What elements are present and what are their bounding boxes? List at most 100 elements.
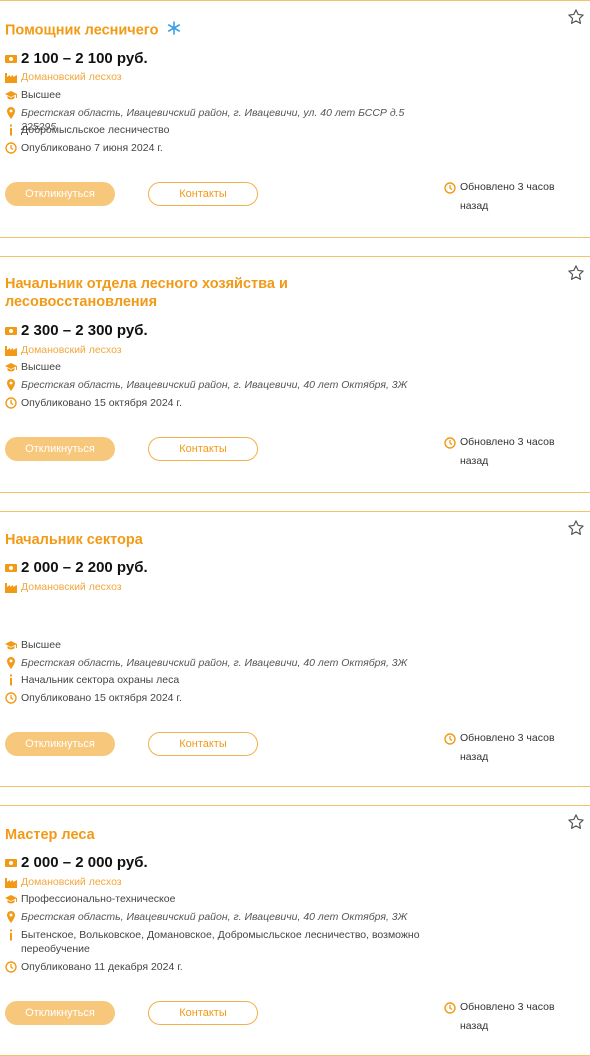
clock-icon (444, 733, 456, 745)
star-icon[interactable] (567, 813, 585, 831)
address: Брестская область, Ивацевичский район, г… (21, 911, 408, 923)
education: Профессионально-техническое (21, 893, 176, 905)
updated-text: Обновлено 3 часов назад (460, 732, 555, 763)
clock-icon (444, 1002, 456, 1014)
respond-button[interactable]: Откликнуться (5, 182, 115, 206)
published-date: Опубликовано 15 октября 2024 г. (21, 692, 182, 704)
vacancy-card: Начальник отдела лесного хозяйства и лес… (0, 256, 590, 493)
location-pin-icon (7, 379, 15, 391)
vacancy-title[interactable]: Начальник отдела лесного хозяйства и лес… (5, 275, 305, 311)
info-text: Добромысльское лесничество (21, 124, 170, 136)
contacts-button[interactable]: Контакты (148, 437, 258, 461)
company-row: Домановский лесхоз (5, 343, 122, 357)
factory-icon (5, 583, 17, 593)
money-icon (5, 564, 17, 572)
vacancy-card: Помощник лесничего 2 100 – 2 100 руб. До… (0, 0, 590, 238)
updated-text: Обновлено 3 часов назад (460, 1001, 555, 1032)
salary-row: 2 300 – 2 300 руб. (5, 322, 148, 340)
star-icon[interactable] (567, 264, 585, 282)
education-row: Высшее (5, 638, 61, 652)
published-date: Опубликовано 11 декабря 2024 г. (21, 961, 183, 973)
salary-row: 2 000 – 2 200 руб. (5, 559, 148, 577)
star-icon[interactable] (567, 519, 585, 537)
published-row: Опубликовано 7 июня 2024 г. (5, 141, 163, 155)
info-row: Начальник сектора охраны леса (5, 673, 179, 687)
published-date: Опубликовано 7 июня 2024 г. (21, 142, 163, 154)
education: Высшее (21, 89, 61, 101)
updated-info: Обновлено 3 часов назад (444, 181, 560, 216)
sparkle-icon (167, 21, 181, 40)
location-pin-icon (7, 107, 15, 119)
contacts-button[interactable]: Контакты (148, 732, 258, 756)
clock-icon (5, 142, 17, 154)
address-row: Брестская область, Ивацевичский район, г… (5, 378, 431, 392)
company-link[interactable]: Домановский лесхоз (21, 580, 122, 594)
education-row: Высшее (5, 88, 61, 102)
vacancy-title[interactable]: Помощник лесничего (5, 21, 205, 40)
clock-icon (444, 182, 456, 194)
company-row: Домановский лесхоз (5, 580, 122, 594)
money-icon (5, 327, 17, 335)
vacancy-card: Мастер леса 2 000 – 2 000 руб. Домановск… (0, 805, 590, 1056)
address: Брестская область, Ивацевичский район, г… (21, 657, 408, 669)
info-icon (10, 929, 12, 941)
info-text: Начальник сектора охраны леса (21, 674, 180, 686)
published-row: Опубликовано 15 октября 2024 г. (5, 691, 182, 705)
address: Брестская область, Ивацевичский район, г… (21, 379, 408, 391)
education: Высшее (21, 639, 61, 651)
company-link[interactable]: Домановский лесхоз (21, 70, 122, 84)
salary: 2 300 – 2 300 руб. (21, 322, 148, 339)
vacancy-title[interactable]: Начальник сектора (5, 531, 305, 549)
published-date: Опубликовано 15 октября 2024 г. (21, 397, 182, 409)
star-icon[interactable] (567, 8, 585, 26)
factory-icon (5, 878, 17, 888)
respond-button[interactable]: Откликнуться (5, 732, 115, 756)
updated-text: Обновлено 3 часов назад (460, 436, 555, 467)
updated-info: Обновлено 3 часов назад (444, 436, 560, 471)
education-row: Профессионально-техническое (5, 892, 175, 906)
factory-icon (5, 73, 17, 83)
clock-icon (5, 692, 17, 704)
contacts-button[interactable]: Контакты (148, 182, 258, 206)
info-row: Добромысльское лесничество (5, 123, 169, 137)
graduation-cap-icon (5, 91, 17, 100)
contacts-button[interactable]: Контакты (148, 1001, 258, 1025)
address-row: Брестская область, Ивацевичский район, г… (5, 656, 431, 670)
graduation-cap-icon (5, 895, 17, 904)
company-row: Домановский лесхоз (5, 70, 122, 84)
respond-button[interactable]: Откликнуться (5, 1001, 115, 1025)
money-icon (5, 55, 17, 63)
education: Высшее (21, 361, 61, 373)
location-pin-icon (7, 657, 15, 669)
graduation-cap-icon (5, 641, 17, 650)
info-icon (10, 674, 12, 686)
info-text: Бытенское, Вольковское, Домановское, Доб… (21, 929, 420, 955)
clock-icon (5, 961, 17, 973)
salary-row: 2 000 – 2 000 руб. (5, 854, 148, 872)
respond-button[interactable]: Откликнуться (5, 437, 115, 461)
salary: 2 000 – 2 000 руб. (21, 854, 148, 871)
factory-icon (5, 346, 17, 356)
salary: 2 000 – 2 200 руб. (21, 559, 148, 576)
address-row: Брестская область, Ивацевичский район, г… (5, 910, 431, 924)
company-row: Домановский лесхоз (5, 875, 122, 889)
info-row: Бытенское, Вольковское, Домановское, Доб… (5, 928, 431, 956)
company-link[interactable]: Домановский лесхоз (21, 875, 122, 889)
salary-row: 2 100 – 2 100 руб. (5, 50, 148, 68)
company-link[interactable]: Домановский лесхоз (21, 343, 122, 357)
updated-text: Обновлено 3 часов назад (460, 181, 555, 212)
clock-icon (5, 397, 17, 409)
clock-icon (444, 437, 456, 449)
vacancy-title[interactable]: Мастер леса (5, 826, 305, 844)
published-row: Опубликовано 11 декабря 2024 г. (5, 960, 183, 974)
updated-info: Обновлено 3 часов назад (444, 1001, 560, 1036)
money-icon (5, 859, 17, 867)
updated-info: Обновлено 3 часов назад (444, 732, 560, 767)
info-icon (10, 124, 12, 136)
location-pin-icon (7, 911, 15, 923)
education-row: Высшее (5, 360, 61, 374)
published-row: Опубликовано 15 октября 2024 г. (5, 396, 182, 410)
salary: 2 100 – 2 100 руб. (21, 50, 148, 67)
vacancy-card: Начальник сектора 2 000 – 2 200 руб. Дом… (0, 511, 590, 787)
graduation-cap-icon (5, 363, 17, 372)
